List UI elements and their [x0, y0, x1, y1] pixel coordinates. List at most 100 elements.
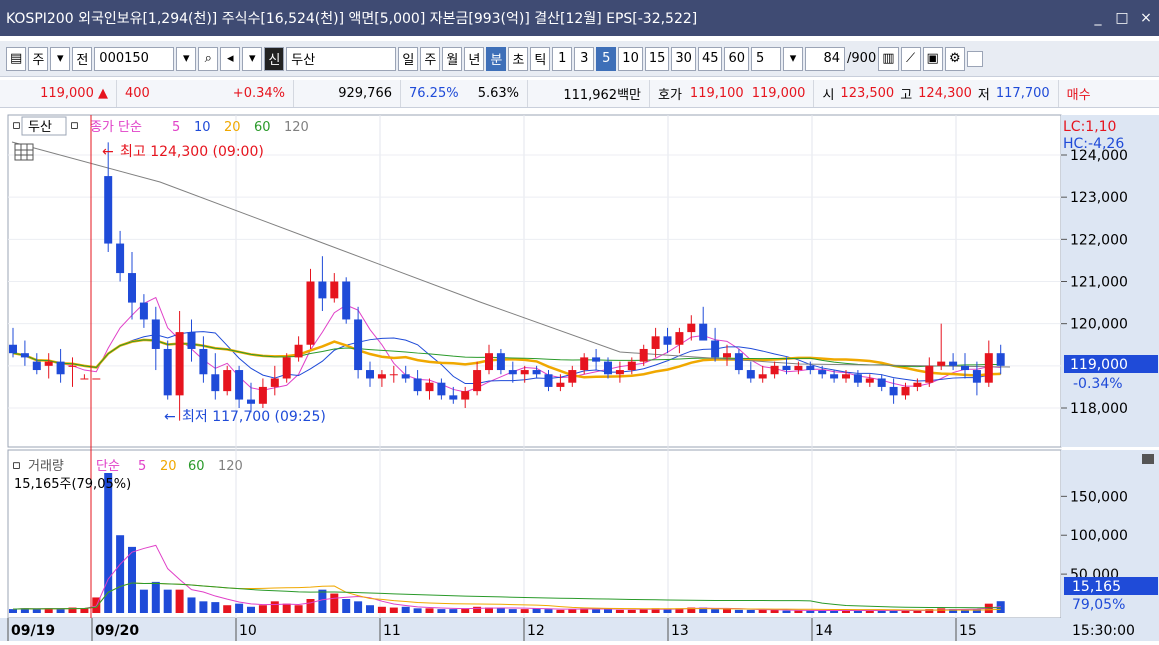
- period-tab-tick[interactable]: 틱: [530, 46, 551, 71]
- chart-settings-icon[interactable]: ▤: [6, 46, 27, 71]
- vol-legend-ma60: 60: [188, 459, 205, 474]
- candle-body: [877, 378, 886, 387]
- search-icon[interactable]: ⌕: [198, 46, 219, 71]
- interval-dropdown-icon[interactable]: ▾: [783, 46, 804, 71]
- price-tick-label-0: 124,000: [1070, 148, 1128, 164]
- count-input[interactable]: 84: [805, 46, 846, 71]
- volume-bar: [437, 609, 446, 613]
- candle-body: [746, 370, 755, 379]
- volume-bar: [520, 609, 529, 613]
- volume-bar: [758, 609, 767, 613]
- candle-body: [235, 370, 244, 400]
- interval-5[interactable]: 5: [596, 46, 617, 71]
- minimize-icon[interactable]: _: [1091, 10, 1105, 26]
- period-tab-second[interactable]: 초: [508, 46, 529, 71]
- x-axis-time: 15:30:00: [1072, 623, 1135, 639]
- candle-body: [830, 374, 839, 379]
- period-tab-week[interactable]: 주: [420, 46, 441, 71]
- volume-bar: [723, 609, 731, 613]
- checkbox[interactable]: [966, 50, 983, 67]
- candle-tool-icon[interactable]: ▥: [878, 46, 899, 71]
- interval-15[interactable]: 15: [644, 46, 670, 71]
- candle-body: [984, 353, 993, 383]
- maximize-icon[interactable]: □: [1115, 10, 1129, 26]
- candle-body: [996, 353, 1005, 366]
- candle-body: [913, 382, 922, 387]
- code-dropdown-icon[interactable]: ▾: [176, 46, 197, 71]
- candle-body: [723, 353, 731, 358]
- period-tab-minute[interactable]: 분: [486, 46, 507, 71]
- volume-bar: [270, 601, 279, 613]
- price-tick-label-3: 121,000: [1070, 275, 1128, 291]
- candle-body: [342, 281, 351, 320]
- candle-body: [734, 353, 743, 371]
- candle-body: [485, 353, 493, 371]
- x-tick-label-5: 13: [671, 623, 689, 639]
- gear-icon[interactable]: ⚙: [944, 46, 965, 71]
- candle-body: [366, 370, 374, 379]
- candle-body: [32, 361, 41, 371]
- period-tab-year[interactable]: 년: [464, 46, 485, 71]
- volume-bar: [413, 608, 422, 613]
- volume-bar: [425, 608, 434, 613]
- draw-tool-icon[interactable]: ⟋: [900, 46, 921, 71]
- volume-bar: [889, 610, 898, 613]
- panel-close-icon[interactable]: [1142, 454, 1154, 464]
- period-tab-month[interactable]: 월: [442, 46, 463, 71]
- change: 400 +0.34%: [117, 80, 294, 107]
- x-tick-label-0: 09/19: [11, 623, 55, 639]
- period-jun-select[interactable]: 주: [28, 46, 49, 71]
- interval-60[interactable]: 60: [724, 46, 750, 71]
- vol-legend-ma5: 5: [138, 459, 146, 474]
- legend-ma120: 120: [284, 120, 309, 135]
- current-vol-pct: 79,05%: [1072, 597, 1125, 613]
- candle-body: [901, 386, 910, 396]
- period-tab-day[interactable]: 일: [398, 46, 419, 71]
- candle-body: [401, 374, 410, 379]
- volume-bar: [508, 609, 517, 613]
- volume-bar: [318, 589, 327, 613]
- candle-body: [270, 378, 279, 387]
- volume-bar: [496, 608, 505, 613]
- candle-body: [865, 378, 874, 383]
- volume-bar: [9, 609, 17, 613]
- interval-1[interactable]: 1: [552, 46, 573, 71]
- candle-body: [68, 365, 77, 367]
- buy-label[interactable]: 매수: [1059, 80, 1099, 107]
- candle-body: [413, 378, 422, 392]
- volume-bar: [342, 599, 351, 613]
- close-icon[interactable]: ×: [1139, 10, 1153, 26]
- interval-45[interactable]: 45: [697, 46, 723, 71]
- stock-code-input[interactable]: 000150: [94, 46, 175, 71]
- volume-bar: [734, 609, 743, 613]
- interval-select[interactable]: 5: [751, 46, 782, 71]
- volume-bar: [116, 535, 125, 613]
- volume-bar: [330, 593, 339, 613]
- stock-tag[interactable]: 두산: [28, 120, 52, 135]
- candle-body: [580, 357, 589, 371]
- interval-3[interactable]: 3: [574, 46, 595, 71]
- candle-body: [711, 340, 720, 358]
- volume-bar: [389, 607, 398, 613]
- candle-body: [639, 348, 648, 362]
- candle-body: [92, 378, 101, 380]
- chart-svg: ▫ 두산 ▫ 종가 단순 5 10 20 60 120 LC:1,10 HC:-…: [0, 114, 1159, 641]
- table-icon[interactable]: [14, 143, 34, 161]
- dropdown-icon[interactable]: ▾: [50, 46, 71, 71]
- volume-bar: [544, 609, 553, 613]
- candle-body: [175, 332, 184, 396]
- speaker-dropdown-icon[interactable]: ▾: [242, 46, 263, 71]
- interval-30[interactable]: 30: [671, 46, 696, 71]
- interval-10[interactable]: 10: [618, 46, 643, 71]
- vol-square-icon: ▫: [12, 458, 21, 473]
- period-jeon-button[interactable]: 전: [72, 46, 93, 71]
- save-icon[interactable]: ▣: [922, 46, 943, 71]
- candle-body: [318, 281, 327, 299]
- x-tick-label-4: 12: [527, 623, 545, 639]
- volume-bar: [199, 601, 208, 613]
- low-note: 최저 117,700 (09:25): [182, 409, 326, 425]
- candle-body: [889, 386, 898, 396]
- candle-body: [80, 378, 89, 380]
- speaker-icon[interactable]: ◂: [220, 46, 241, 71]
- stock-name-field[interactable]: 두산: [286, 46, 397, 71]
